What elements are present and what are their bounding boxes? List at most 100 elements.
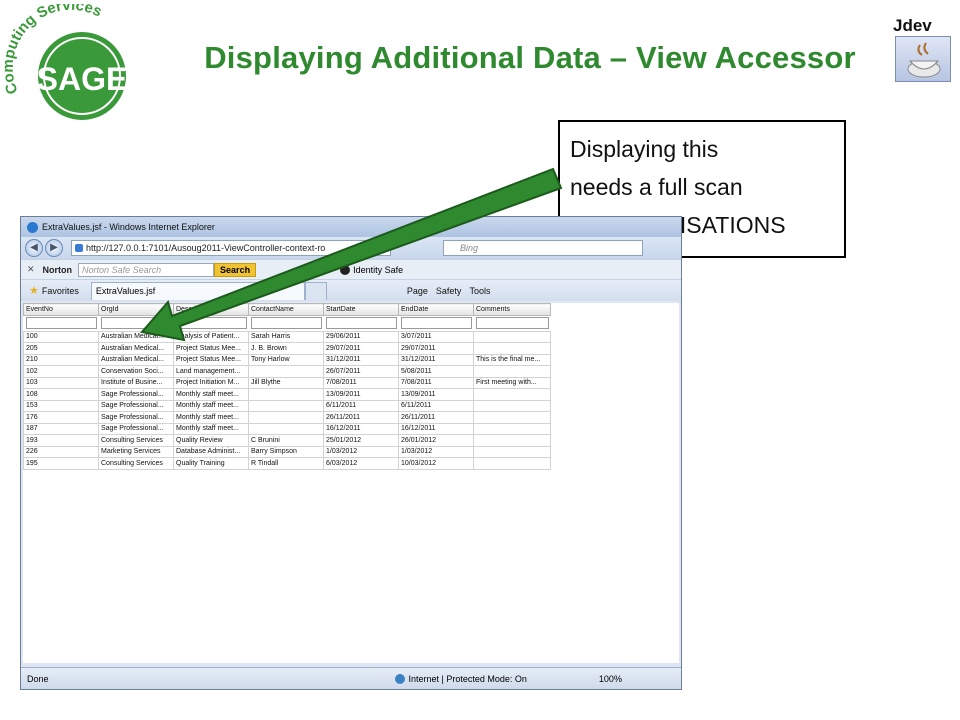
command-bar: Page Safety Tools: [407, 286, 491, 296]
column-header[interactable]: OrgId: [98, 303, 174, 316]
table-cell: 26/11/2011: [323, 411, 399, 424]
table-cell: Sarah Harris: [248, 330, 324, 343]
jdev-label: Jdev: [893, 16, 932, 35]
norton-label[interactable]: Norton: [43, 265, 73, 275]
table-cell: 16/12/2011: [323, 422, 399, 435]
table-cell: 100: [23, 330, 99, 343]
table-cell: 6/11/2011: [323, 399, 399, 412]
page-menu[interactable]: Page: [407, 286, 428, 296]
ie-icon: [27, 221, 38, 233]
filter-input[interactable]: [100, 317, 172, 329]
table-cell: 7/08/2011: [398, 376, 474, 389]
table-cell: C Brunini: [248, 434, 324, 447]
callout-line-1: Displaying this: [570, 136, 719, 162]
filter-cell: [474, 315, 551, 331]
norton-search-button[interactable]: Search: [214, 262, 257, 277]
table-cell: 103: [23, 376, 99, 389]
table-cell: 25/01/2012: [323, 434, 399, 447]
table-row[interactable]: 210 Australian Medical... Project Status M…: [23, 353, 551, 366]
table-row[interactable]: 153 Sage Professional... Monthly staff mee…: [23, 399, 551, 412]
favorites-button[interactable]: ★ Favorites: [29, 284, 79, 297]
table-cell: Database Administ...: [173, 445, 249, 458]
table-row[interactable]: 193 Consulting Services Quality Review C Br…: [23, 434, 551, 447]
table-row[interactable]: 100 Australian Medical... Analysis of Pati…: [23, 330, 551, 343]
table-cell: [473, 399, 551, 412]
table-cell: Australian Medical...: [98, 330, 174, 343]
column-header[interactable]: EventNo: [23, 303, 99, 316]
table-cell: Monthly staff meet...: [173, 422, 249, 435]
table-cell: R Tindall: [248, 457, 324, 470]
table-cell: [473, 330, 551, 343]
new-tab-button[interactable]: [304, 281, 327, 300]
events-table: EventNo OrgId Description ContactName StartD…: [23, 303, 551, 470]
table-cell: 1/03/2012: [323, 445, 399, 458]
table-row[interactable]: 195 Consulting Services Quality Training R …: [23, 457, 551, 470]
forward-arrow-icon[interactable]: ▶: [45, 239, 63, 257]
table-cell: 26/07/2011: [323, 365, 399, 378]
table-cell: 6/03/2012: [323, 457, 399, 470]
table-cell: Project Initiation M...: [173, 376, 249, 389]
table-cell: 29/07/2011: [398, 342, 474, 355]
table-row[interactable]: 187 Sage Professional... Monthly staff mee…: [23, 422, 551, 435]
page-content: EventNo OrgId Description ContactName StartD…: [23, 303, 679, 663]
filter-cell: [174, 315, 249, 331]
zoom-level[interactable]: 100%: [599, 674, 622, 684]
close-icon[interactable]: ✕: [27, 264, 35, 275]
table-cell: Land management...: [173, 365, 249, 378]
identity-safe-button[interactable]: Identity Safe: [340, 264, 403, 275]
table-cell: 5/08/2011: [398, 365, 474, 378]
column-header[interactable]: StartDate: [323, 303, 399, 316]
bing-search-input[interactable]: Bing: [443, 240, 643, 256]
table-cell: Quality Training: [173, 457, 249, 470]
filter-input[interactable]: [475, 317, 549, 329]
table-cell: [248, 411, 324, 424]
column-header[interactable]: Comments: [473, 303, 551, 316]
table-cell: [473, 411, 551, 424]
table-row[interactable]: 102 Conservation Soci... Land management..…: [23, 365, 551, 378]
filter-row: [24, 315, 551, 331]
table-cell: [473, 342, 551, 355]
column-header[interactable]: Description: [173, 303, 249, 316]
table-cell: [473, 365, 551, 378]
table-row[interactable]: 205 Australian Medical... Project Status M…: [23, 342, 551, 355]
safety-menu[interactable]: Safety: [436, 286, 462, 296]
table-row[interactable]: 176 Sage Professional... Monthly staff mee…: [23, 411, 551, 424]
column-header[interactable]: ContactName: [248, 303, 324, 316]
favorites-label: Favorites: [41, 285, 79, 296]
norton-search-input[interactable]: Norton Safe Search: [78, 262, 215, 277]
filter-cell: [24, 315, 99, 331]
table-cell: Conservation Soci...: [98, 365, 174, 378]
table-row[interactable]: 103 Institute of Busine... Project Initiat…: [23, 376, 551, 389]
table-row[interactable]: 226 Marketing Services Database Administ..…: [23, 445, 551, 458]
table-cell: Quality Review: [173, 434, 249, 447]
back-arrow-icon[interactable]: ◀: [25, 239, 43, 257]
favorites-row: ★ Favorites ExtraValues.jsf Page Safety …: [21, 279, 681, 301]
table-cell: This is the final me...: [473, 353, 551, 366]
table-cell: [473, 445, 551, 458]
table-cell: Jill Blythe: [248, 376, 324, 389]
table-cell: 205: [23, 342, 99, 355]
table-cell: Marketing Services: [98, 445, 174, 458]
table-cell: First meeting with...: [473, 376, 551, 389]
filter-input[interactable]: [175, 317, 247, 329]
logo-sage-text: SAGE: [37, 61, 128, 97]
table-cell: Analysis of Patient...: [173, 330, 249, 343]
tab-extravalues[interactable]: ExtraValues.jsf: [90, 281, 305, 300]
security-zone[interactable]: Internet | Protected Mode: On: [394, 673, 527, 684]
status-text: Done: [27, 673, 49, 684]
address-bar[interactable]: http://127.0.0.1:7101/Ausoug2011-ViewCon…: [71, 240, 391, 256]
table-cell: [473, 388, 551, 401]
column-header[interactable]: EndDate: [398, 303, 474, 316]
tools-menu[interactable]: Tools: [469, 286, 490, 296]
table-cell: [248, 422, 324, 435]
table-row[interactable]: 108 Sage Professional... Monthly staff mee…: [23, 388, 551, 401]
filter-input[interactable]: [25, 317, 97, 329]
filter-input[interactable]: [400, 317, 472, 329]
table-cell: 29/07/2011: [323, 342, 399, 355]
filter-input[interactable]: [325, 317, 397, 329]
filter-cell: [399, 315, 474, 331]
coffee-cup-icon: [895, 36, 951, 82]
filter-cell: [324, 315, 399, 331]
norton-toolbar: ✕ Norton Norton Safe Search Search Ident…: [21, 259, 681, 279]
filter-input[interactable]: [250, 317, 322, 329]
